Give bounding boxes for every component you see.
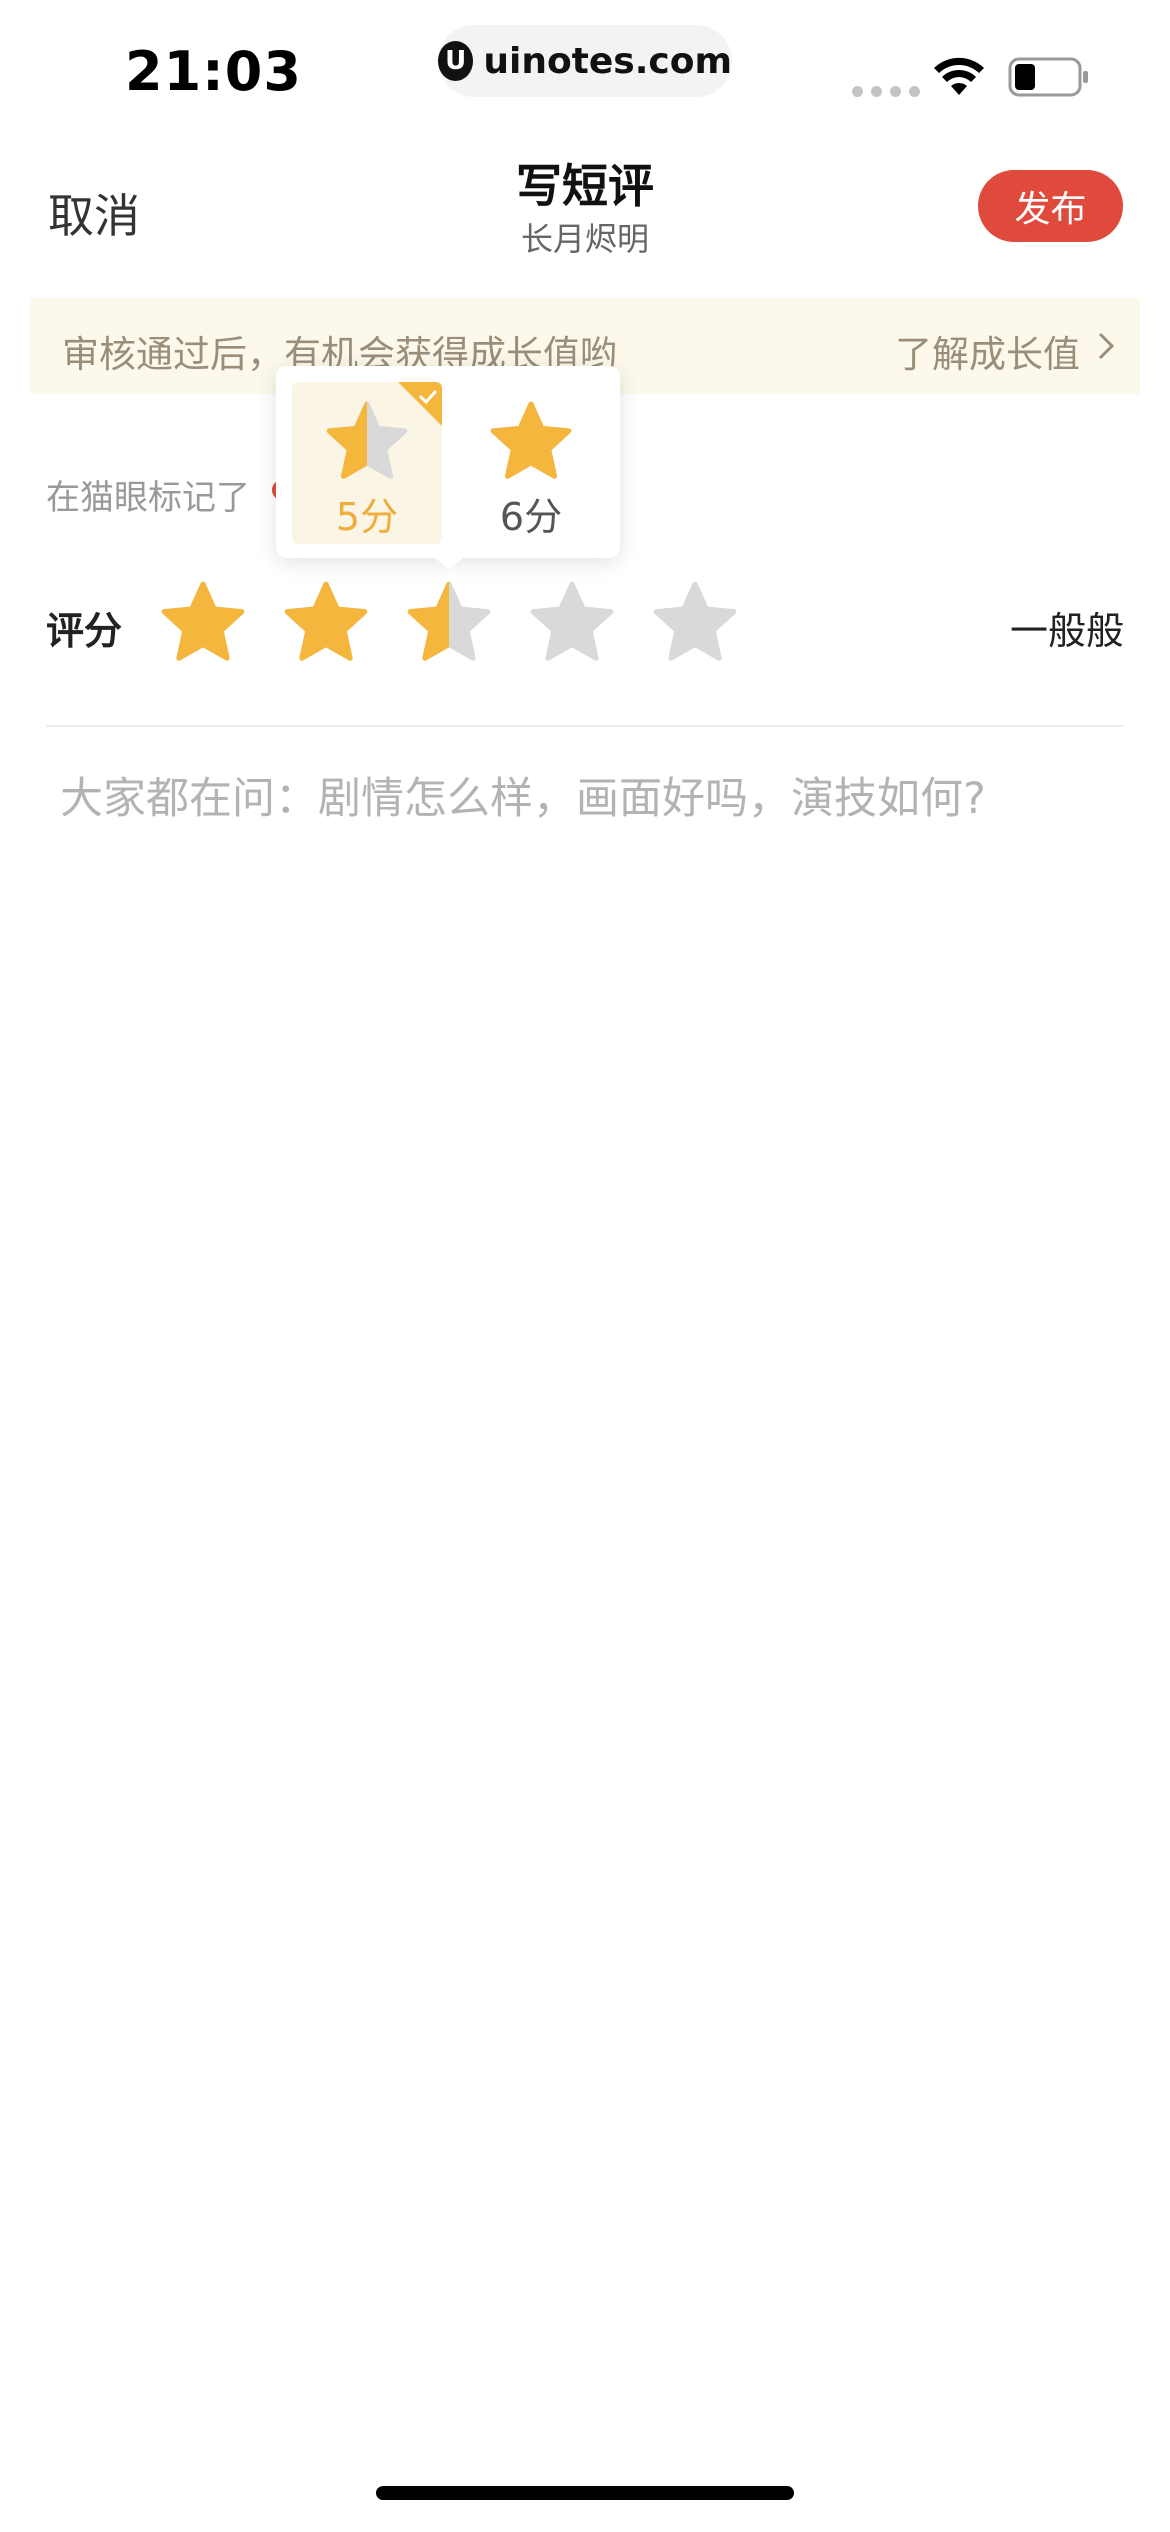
popup-arrow [431,554,467,570]
rating-star-3-icon[interactable] [406,580,492,664]
check-icon [398,382,442,426]
star-icon [490,401,572,479]
score-option-6[interactable]: 6分 [456,382,606,544]
score-option-label: 6分 [499,495,563,539]
status-time: 21:03 [125,40,302,103]
url-text: uinotes.com [483,40,732,82]
score-popup: 5分 6分 [276,366,620,570]
write-review-screen: 21:03 U uinotes.com 取消 写短评 长月烬明 发布 审核通过后… [0,0,1170,2532]
review-input[interactable] [46,750,1124,2350]
score-option-label: 5分 [335,495,399,539]
battery-icon [1008,57,1088,97]
site-logo-icon: U [438,41,474,81]
rating-star-1-icon[interactable] [160,580,246,664]
wifi-icon [934,57,984,95]
chevron-right-icon [1098,332,1115,360]
divider [46,725,1124,727]
rating-star-2-icon[interactable] [283,580,369,664]
rating-label: 评分 [46,609,123,653]
learn-growth-link[interactable]: 了解成长值 [895,324,1080,378]
rating-description: 一般般 [1009,609,1124,653]
rating-star-4-icon[interactable] [529,580,615,664]
publish-button[interactable]: 发布 [978,170,1123,242]
marked-text: 在猫眼标记了 [46,478,250,518]
url-pill[interactable]: U uinotes.com [438,25,732,97]
score-option-5[interactable]: 5分 [292,382,442,544]
half-star-icon [326,401,408,479]
rating-star-5-icon[interactable] [652,580,738,664]
cellular-signal-icon [852,86,920,97]
home-indicator [376,2486,794,2500]
